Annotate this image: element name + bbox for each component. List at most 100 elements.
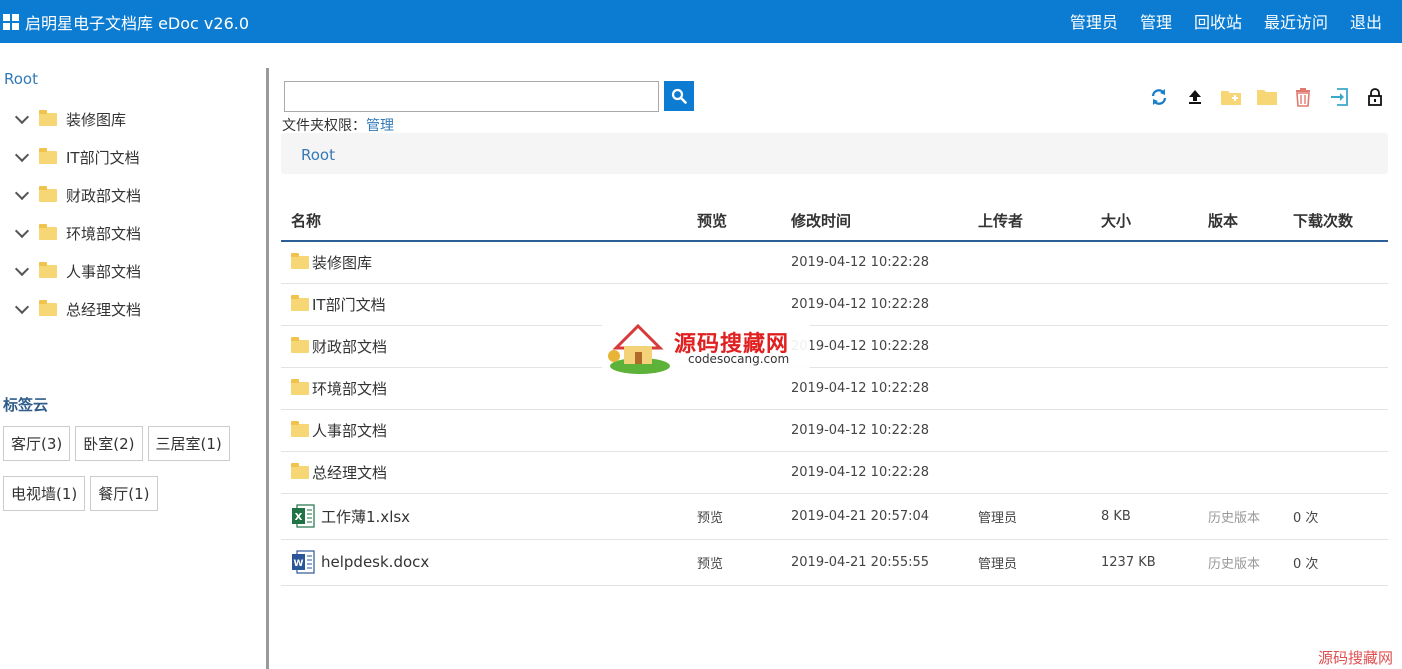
preview-link[interactable]: 预览 — [687, 539, 781, 586]
tree-item-label: 装修图库 — [66, 110, 127, 129]
table-row[interactable]: IT部门文档 2019-04-12 10:22:28 — [281, 283, 1388, 326]
breadcrumb-root[interactable]: Root — [301, 146, 335, 164]
folder-icon — [39, 147, 57, 164]
file-name[interactable]: IT部门文档 — [312, 294, 386, 315]
nav-recent[interactable]: 最近访问 — [1264, 9, 1328, 33]
refresh-icon[interactable] — [1148, 86, 1170, 108]
file-name-cell[interactable]: X 工作薄1.xlsx — [291, 504, 687, 528]
uploader-cell — [968, 325, 1091, 368]
table-row[interactable]: X 工作薄1.xlsx 预览 2019-04-21 20:57:04 管理员 8… — [281, 493, 1388, 540]
tree-item-folder[interactable]: 环境部文档 — [14, 214, 141, 252]
modified-cell: 2019-04-12 10:22:28 — [781, 409, 968, 452]
file-name[interactable]: 财政部文档 — [312, 336, 387, 357]
preview-cell — [687, 409, 781, 452]
table-row[interactable]: W helpdesk.docx 预览 2019-04-21 20:55:55 管… — [281, 539, 1388, 586]
move-icon[interactable] — [1328, 86, 1350, 108]
table-row[interactable]: 总经理文档 2019-04-12 10:22:28 — [281, 451, 1388, 494]
tag-button[interactable]: 三居室(1) — [147, 426, 230, 461]
sidebar-root-link[interactable]: Root — [4, 70, 38, 88]
version-cell — [1198, 283, 1283, 326]
file-name[interactable]: 人事部文档 — [312, 420, 387, 441]
tag-button[interactable]: 卧室(2) — [75, 426, 143, 461]
breadcrumb: Root — [281, 133, 1388, 174]
downloads-cell — [1283, 367, 1388, 410]
column-header-downloads[interactable]: 下载次数 — [1283, 200, 1388, 242]
table-row[interactable]: 装修图库 2019-04-12 10:22:28 — [281, 241, 1388, 284]
version-history-link[interactable]: 历史版本 — [1198, 539, 1283, 586]
version-cell — [1198, 409, 1283, 452]
permission-label: 文件夹权限： — [282, 118, 366, 134]
tree-item-folder[interactable]: 财政部文档 — [14, 176, 141, 214]
tag-cloud-title: 标签云 — [3, 396, 49, 414]
preview-link[interactable]: 预览 — [687, 493, 781, 540]
table-row[interactable]: 财政部文档 2019-04-12 10:22:28 — [281, 325, 1388, 368]
file-name-cell[interactable]: 装修图库 — [291, 252, 687, 273]
nav-manage[interactable]: 管理 — [1140, 9, 1172, 33]
file-name[interactable]: 装修图库 — [312, 252, 372, 273]
table-row[interactable]: 环境部文档 2019-04-12 10:22:28 — [281, 367, 1388, 410]
file-name-cell[interactable]: IT部门文档 — [291, 294, 687, 315]
sidebar: Root 装修图库 IT部门文档 财政部文档 环境部文档 人事部文档 总经理文档… — [0, 43, 266, 669]
downloads-cell — [1283, 325, 1388, 368]
new-folder-icon[interactable] — [1220, 86, 1242, 108]
trash-icon[interactable] — [1292, 86, 1314, 108]
folder-icon — [39, 261, 57, 278]
chevron-down-icon[interactable] — [14, 109, 30, 124]
file-name[interactable]: 工作薄1.xlsx — [321, 506, 410, 527]
file-name[interactable]: 环境部文档 — [312, 378, 387, 399]
size-cell — [1091, 325, 1198, 368]
nav-logout[interactable]: 退出 — [1350, 9, 1382, 33]
column-header-modified[interactable]: 修改时间 — [781, 200, 968, 242]
folder-tree: 装修图库 IT部门文档 财政部文档 环境部文档 人事部文档 总经理文档 — [14, 100, 141, 328]
excel-file-icon: X — [292, 504, 315, 528]
version-history-link[interactable]: 历史版本 — [1198, 493, 1283, 540]
folder-icon — [291, 420, 309, 437]
version-cell — [1198, 241, 1283, 284]
column-header-size[interactable]: 大小 — [1091, 200, 1198, 242]
file-name-cell[interactable]: 总经理文档 — [291, 462, 687, 483]
nav-recycle-bin[interactable]: 回收站 — [1194, 9, 1242, 33]
column-header-preview: 预览 — [687, 200, 781, 242]
file-name[interactable]: 总经理文档 — [312, 462, 387, 483]
top-bar: 启明星电子文档库 eDoc v26.0 管理员 管理 回收站 最近访问 退出 — [0, 0, 1402, 43]
search-button[interactable] — [664, 81, 694, 111]
chevron-down-icon[interactable] — [14, 223, 30, 238]
app-title: 启明星电子文档库 eDoc v26.0 — [3, 10, 249, 34]
downloads-cell — [1283, 409, 1388, 452]
size-cell — [1091, 241, 1198, 284]
uploader-cell — [968, 241, 1091, 284]
search-input[interactable] — [284, 81, 659, 112]
nav-admin[interactable]: 管理员 — [1070, 9, 1118, 33]
file-name-cell[interactable]: 环境部文档 — [291, 378, 687, 399]
watermark-subtitle: codesocang.com — [688, 352, 790, 366]
tag-button[interactable]: 客厅(3) — [3, 426, 71, 461]
chevron-down-icon[interactable] — [14, 299, 30, 314]
tree-item-folder[interactable]: 装修图库 — [14, 100, 141, 138]
folder-icon[interactable] — [1256, 86, 1278, 108]
file-name-cell[interactable]: W helpdesk.docx — [291, 550, 687, 574]
tree-item-label: IT部门文档 — [66, 148, 140, 167]
chevron-down-icon[interactable] — [14, 185, 30, 200]
tree-item-folder[interactable]: 人事部文档 — [14, 252, 141, 290]
upload-icon[interactable] — [1184, 86, 1206, 108]
chevron-down-icon[interactable] — [14, 261, 30, 276]
version-cell — [1198, 367, 1283, 410]
file-toolbar — [1148, 86, 1386, 108]
watermark-overlay: 源码搜藏网 codesocang.com — [602, 318, 810, 376]
column-header-uploader[interactable]: 上传者 — [968, 200, 1091, 242]
tree-item-folder[interactable]: IT部门文档 — [14, 138, 141, 176]
chevron-down-icon[interactable] — [14, 147, 30, 162]
downloads-cell — [1283, 241, 1388, 284]
lock-icon[interactable] — [1364, 86, 1386, 108]
uploader-cell — [968, 451, 1091, 494]
sidebar-divider[interactable] — [266, 68, 269, 669]
file-name[interactable]: helpdesk.docx — [321, 553, 429, 571]
tag-button[interactable]: 电视墙(1) — [3, 476, 86, 511]
table-row[interactable]: 人事部文档 2019-04-12 10:22:28 — [281, 409, 1388, 452]
file-name-cell[interactable]: 人事部文档 — [291, 420, 687, 441]
column-header-version: 版本 — [1198, 200, 1283, 242]
column-header-name[interactable]: 名称 — [281, 200, 687, 242]
folder-icon — [291, 462, 309, 479]
tag-button[interactable]: 餐厅(1) — [90, 476, 158, 511]
tree-item-folder[interactable]: 总经理文档 — [14, 290, 141, 328]
